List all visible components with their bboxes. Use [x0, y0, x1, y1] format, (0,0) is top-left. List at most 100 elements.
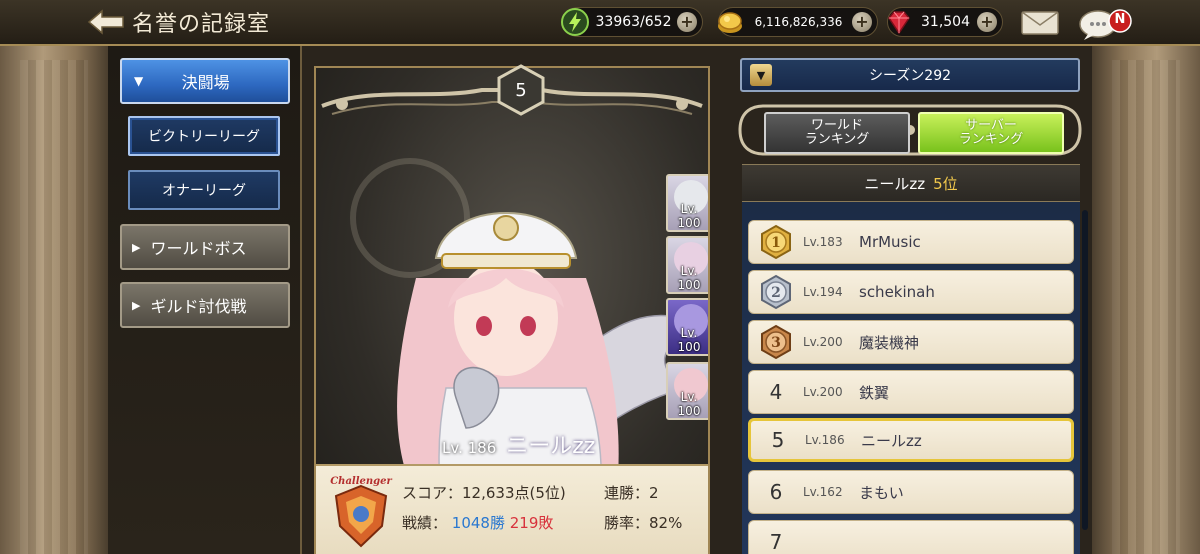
- nav-victory-league[interactable]: ビクトリーリーグ: [128, 116, 280, 156]
- record-label: 戦績：: [402, 514, 448, 532]
- challenger-badge-icon: Challenger: [330, 476, 393, 548]
- tab-world-ranking-label: ワールド ランキング: [804, 118, 870, 147]
- party-member-level: Lv. 100: [677, 390, 701, 418]
- ranking-row-self[interactable]: 5 Lv.186 ニールzz: [748, 418, 1074, 462]
- row-level: Lv.200: [803, 335, 843, 349]
- medal-rank: 1: [771, 235, 781, 251]
- row-rank: 7: [769, 530, 783, 554]
- score-text: スコア：12,633点(5位): [402, 484, 566, 502]
- season-dropdown[interactable]: ▼ シーズン292: [740, 58, 1080, 92]
- row-rank: 6: [769, 480, 783, 504]
- ranking-list[interactable]: 1 Lv.183 MrMusic 2 Lv.194 schekinah 3 Lv…: [742, 202, 1080, 554]
- silver-medal-icon: 2: [749, 274, 803, 310]
- wins-count: 1048勝: [451, 514, 505, 532]
- gold-medal-icon: 1: [749, 224, 803, 260]
- mail-button[interactable]: [1020, 8, 1060, 38]
- triangle-right-icon: ▶: [132, 240, 141, 254]
- back-button[interactable]: [84, 6, 128, 38]
- ranking-scrollbar[interactable]: [1082, 210, 1088, 530]
- tab-world-ranking[interactable]: ワールド ランキング: [764, 112, 910, 154]
- row-level: Lv.183: [803, 235, 843, 249]
- nav-honor-league[interactable]: オナーリーグ: [128, 170, 280, 210]
- ranking-row[interactable]: 2 Lv.194 schekinah: [748, 270, 1074, 314]
- nav-guild-raid[interactable]: ▶ ギルド討伐戦: [120, 282, 290, 328]
- medal-rank: 3: [771, 335, 781, 351]
- chevron-down-icon: ▼: [750, 64, 772, 86]
- nav-guild-raid-label: ギルド討伐戦: [150, 297, 247, 316]
- chat-button[interactable]: N: [1076, 4, 1136, 42]
- nav-world-boss[interactable]: ▶ ワールドボス: [120, 224, 290, 270]
- gold-plus-button[interactable]: +: [852, 12, 872, 32]
- season-label: シーズン292: [868, 68, 952, 84]
- gem-plus-button[interactable]: +: [977, 12, 997, 32]
- nav-duel-arena[interactable]: ▼ 決闘場: [120, 58, 290, 104]
- self-rank: 5位: [933, 174, 958, 193]
- win-streak-text: 連勝：2: [604, 484, 659, 502]
- page-title: 名誉の記録室: [132, 12, 271, 37]
- self-name: ニールzz: [864, 174, 926, 193]
- nav-victory-league-label: ビクトリーリーグ: [148, 129, 260, 145]
- stamina-plus-button[interactable]: +: [677, 12, 697, 32]
- top-bar: 名誉の記録室 33963/652 + 6,116,826,336 + 31,50…: [0, 0, 1200, 46]
- row-name: 鉄翼: [859, 383, 890, 402]
- ranking-row[interactable]: 6 Lv.162 まもい: [748, 470, 1074, 514]
- player-name: ニールzz: [506, 434, 596, 459]
- tab-server-ranking[interactable]: サーバー ランキング: [918, 112, 1064, 154]
- decorative-pillar-right: [1092, 0, 1200, 554]
- party-member-level: Lv. 100: [677, 202, 701, 230]
- ranking-row[interactable]: 7: [748, 520, 1074, 554]
- bronze-medal-icon: 3: [749, 324, 803, 360]
- lightning-icon: [560, 7, 590, 37]
- party-member-3[interactable]: Lv. 100: [666, 298, 708, 356]
- gold-value: 6,116,826,336: [754, 15, 843, 29]
- tab-server-ranking-label: サーバー ランキング: [958, 118, 1024, 147]
- row-name: 魔装機神: [859, 333, 920, 352]
- triangle-down-icon: ▼: [134, 74, 144, 88]
- row-rank: 4: [769, 380, 783, 404]
- record-text: 戦績： 1048勝 219敗: [402, 512, 553, 533]
- row-rank: 5: [771, 428, 785, 452]
- rank-number: 5: [515, 79, 527, 101]
- gem-counter: 31,504 +: [887, 7, 1003, 37]
- nav-honor-league-label: オナーリーグ: [162, 183, 246, 199]
- gem-value: 31,504: [921, 14, 970, 30]
- row-name: MrMusic: [859, 233, 921, 251]
- mail-icon: [1021, 11, 1059, 35]
- self-rank-bar: ニールzz 5位: [742, 164, 1080, 202]
- medal-rank: 2: [771, 285, 781, 301]
- row-name: まもい: [859, 483, 904, 502]
- nav-world-boss-label: ワールドボス: [150, 239, 247, 258]
- decorative-pillar-left: [0, 0, 108, 554]
- row-level: Lv.186: [805, 433, 845, 447]
- stats-panel: Challenger スコア：12,633点(5位) 連勝：2 戦績： 1048…: [316, 464, 708, 554]
- ruby-icon: [884, 7, 914, 37]
- party-member-level: Lv. 100: [677, 264, 701, 292]
- left-nav-panel: ▼ 決闘場 ビクトリーリーグ オナーリーグ ▶ ワールドボス ▶ ギルド討伐戦: [108, 46, 302, 554]
- party-member-level: Lv. 100: [677, 326, 701, 354]
- rank-badge: 5: [495, 64, 547, 116]
- back-arrow-icon: [87, 9, 124, 35]
- ranking-row[interactable]: 1 Lv.183 MrMusic: [748, 220, 1074, 264]
- row-level: Lv.194: [803, 285, 843, 299]
- row-name: schekinah: [859, 283, 935, 301]
- party-member-4[interactable]: Lv. 100: [666, 362, 708, 420]
- party-member-1[interactable]: Lv. 100: [666, 174, 708, 232]
- row-level: Lv.162: [803, 485, 843, 499]
- win-rate-text: 勝率：82%: [604, 514, 683, 532]
- chat-icon: [1079, 9, 1132, 40]
- stamina-value: 33963/652: [595, 14, 672, 30]
- nav-duel-arena-label: 決闘場: [181, 73, 230, 92]
- party-member-2[interactable]: Lv. 100: [666, 236, 708, 294]
- losses-count: 219敗: [509, 514, 554, 532]
- ranking-row[interactable]: 4 Lv.200 鉄翼: [748, 370, 1074, 414]
- ranking-row[interactable]: 3 Lv.200 魔装機神: [748, 320, 1074, 364]
- challenger-label: Challenger: [330, 476, 392, 487]
- player-level: Lv. 186: [442, 439, 497, 457]
- gold-counter: 6,116,826,336 +: [718, 7, 878, 37]
- stamina-counter: 33963/652 +: [560, 7, 703, 37]
- row-level: Lv.200: [803, 385, 843, 399]
- triangle-right-icon: ▶: [132, 298, 141, 312]
- row-name: ニールzz: [861, 431, 922, 450]
- player-name-row: Lv. 186 ニールzz: [442, 428, 702, 459]
- gold-coin-icon: [715, 7, 745, 37]
